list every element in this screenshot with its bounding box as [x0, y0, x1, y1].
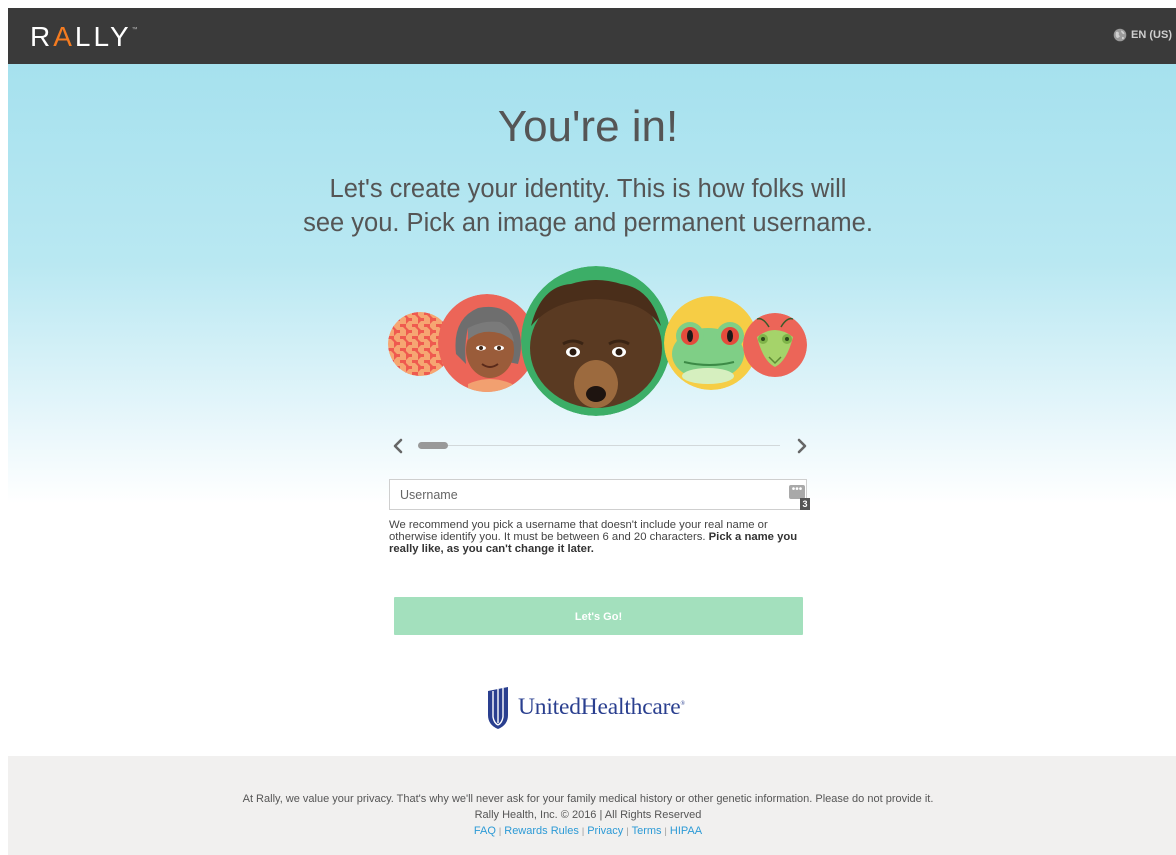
username-help-text: We recommend you pick a username that do… — [389, 519, 798, 555]
username-input[interactable] — [398, 480, 782, 510]
top-strip — [0, 0, 1176, 8]
globe-icon — [1113, 28, 1127, 42]
top-bar: RALLY™ EN (US) — [8, 8, 1176, 64]
chevron-right-icon[interactable] — [794, 436, 810, 456]
avatar-carousel — [388, 266, 810, 422]
footer-link-rewards-rules[interactable]: Rewards Rules — [504, 825, 579, 837]
language-selector[interactable]: EN (US) — [1113, 28, 1172, 42]
unitedhealthcare-logo: UnitedHealthcare® — [486, 684, 685, 730]
rally-logo[interactable]: RALLY™ — [30, 21, 141, 53]
footer-link-faq[interactable]: FAQ — [474, 825, 496, 837]
page-title: You're in! — [497, 102, 679, 151]
language-label: EN (US) — [1131, 29, 1172, 41]
uhc-shield-icon — [488, 687, 508, 729]
username-field[interactable]: ••• 3 — [389, 479, 810, 510]
copyright: Rally Health, Inc. © 2016 | All Rights R… — [474, 809, 702, 821]
footer-link-privacy[interactable]: Privacy — [587, 825, 623, 837]
avatar-slider[interactable] — [390, 436, 810, 456]
password-manager-icon[interactable]: ••• — [789, 485, 805, 499]
footer-links: FAQ | Rewards Rules | Privacy | Terms | HIPAA — [473, 825, 703, 837]
slider-thumb[interactable] — [418, 442, 448, 449]
slider-track[interactable] — [428, 445, 780, 446]
avatar-mantis[interactable] — [743, 313, 807, 377]
footer-link-hipaa[interactable]: HIPAA — [670, 825, 702, 837]
footer: At Rally, we value your privacy. That's … — [8, 756, 1176, 855]
lets-go-button[interactable]: Let's Go! — [394, 597, 803, 635]
footer-link-terms[interactable]: Terms — [632, 825, 662, 837]
chevron-left-icon[interactable] — [390, 436, 406, 456]
avatar-bear[interactable] — [521, 266, 671, 416]
privacy-note: At Rally, we value your privacy. That's … — [242, 793, 934, 805]
page-subtitle: Let's create your identity. This is how … — [303, 175, 873, 237]
password-manager-count: 3 — [800, 498, 810, 510]
